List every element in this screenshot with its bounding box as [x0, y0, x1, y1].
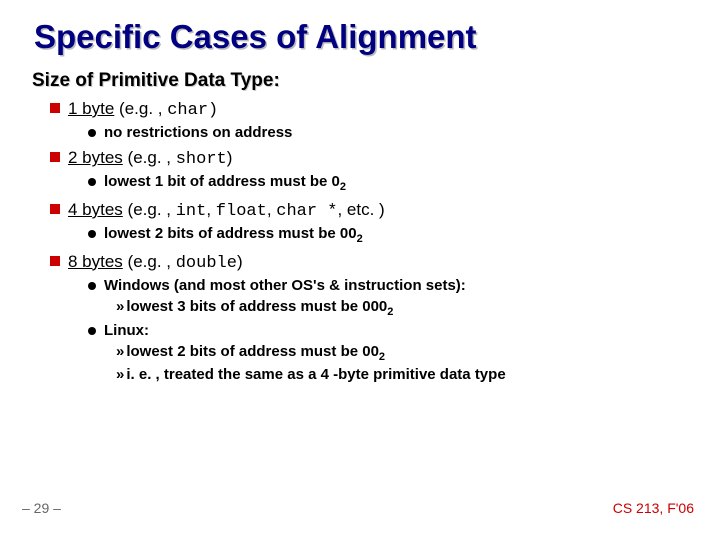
- slide-title: Specific Cases of Alignment: [34, 18, 692, 56]
- bullet-text: 1 byte (e.g. , char): [68, 98, 692, 123]
- subbullet: no restrictions on address: [88, 123, 692, 143]
- slide: Specific Cases of Alignment Size of Prim…: [0, 0, 720, 540]
- page-number: – 29 –: [22, 500, 61, 516]
- square-bullet-icon: [50, 152, 60, 162]
- subbullet: lowest 2 bits of address must be 002: [88, 224, 692, 247]
- subsubbullet: »i. e. , treated the same as a 4 -byte p…: [116, 365, 692, 385]
- subbullet-text: Windows (and most other OS's & instructi…: [104, 276, 692, 296]
- subsubbullet: »lowest 2 bits of address must be 002: [116, 342, 692, 365]
- disc-bullet-icon: [88, 178, 96, 186]
- square-bullet-icon: [50, 204, 60, 214]
- bullet-text: 2 bytes (e.g. , short): [68, 147, 692, 172]
- bullet-1byte: 1 byte (e.g. , char): [50, 98, 692, 123]
- disc-bullet-icon: [88, 327, 96, 335]
- course-label: CS 213, F'06: [613, 500, 694, 516]
- subbullet-text: lowest 2 bits of address must be 002: [104, 224, 692, 247]
- subsubbullet: »lowest 3 bits of address must be 0002: [116, 297, 692, 320]
- subbullet-linux: Linux:: [88, 321, 692, 341]
- square-bullet-icon: [50, 256, 60, 266]
- bullet-text: 8 bytes (e.g. , double): [68, 251, 692, 276]
- bullet-8bytes: 8 bytes (e.g. , double): [50, 251, 692, 276]
- subbullet-text: no restrictions on address: [104, 123, 692, 143]
- disc-bullet-icon: [88, 282, 96, 290]
- subbullet-windows: Windows (and most other OS's & instructi…: [88, 276, 692, 296]
- bullet-2bytes: 2 bytes (e.g. , short): [50, 147, 692, 172]
- disc-bullet-icon: [88, 230, 96, 238]
- raquo-icon: »: [116, 366, 124, 383]
- subbullet-text: Linux:: [104, 321, 692, 341]
- bullet-text: 4 bytes (e.g. , int, float, char *, etc.…: [68, 199, 692, 224]
- raquo-icon: »: [116, 298, 124, 315]
- disc-bullet-icon: [88, 129, 96, 137]
- subbullet: lowest 1 bit of address must be 02: [88, 172, 692, 195]
- square-bullet-icon: [50, 103, 60, 113]
- raquo-icon: »: [116, 343, 124, 360]
- subbullet-text: lowest 1 bit of address must be 02: [104, 172, 692, 195]
- bullet-4bytes: 4 bytes (e.g. , int, float, char *, etc.…: [50, 199, 692, 224]
- slide-subtitle: Size of Primitive Data Type:: [32, 70, 692, 92]
